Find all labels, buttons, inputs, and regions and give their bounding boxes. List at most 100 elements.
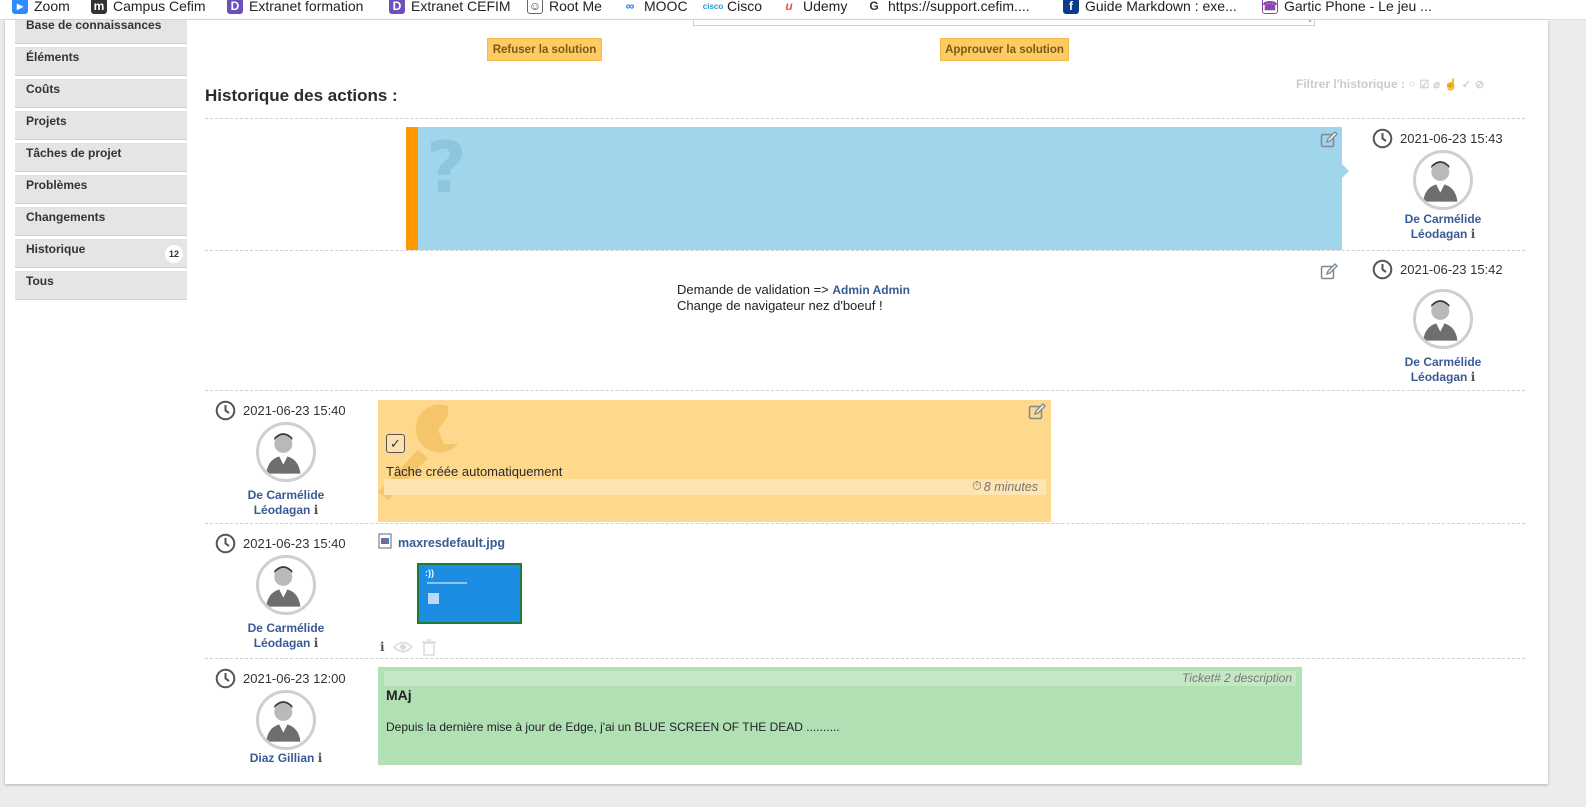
status-bar [406, 127, 418, 250]
bookmark-root-me[interactable]: ☺ Root Me [527, 0, 602, 17]
timeline-separator [205, 523, 1525, 524]
task-text: Tâche créée automatiquement [386, 464, 563, 479]
entry-meta: 2021-06-23 15:40 De Carmélide Léodagan i [215, 533, 363, 651]
edit-icon[interactable] [1320, 131, 1338, 149]
bookmark-guide-markdown[interactable]: f Guide Markdown : exe... [1063, 0, 1237, 17]
filter-validation-icon[interactable]: ☝ [1444, 78, 1458, 91]
stopwatch-icon: ⏱ [972, 479, 982, 493]
author-first-line: De Carmélide [247, 621, 325, 635]
entry-date: 2021-06-23 12:00 [243, 671, 346, 686]
trash-icon[interactable] [421, 638, 437, 656]
thumbnail-qr [428, 593, 439, 604]
sidebar-item-all[interactable]: Tous [15, 271, 187, 300]
timeline-separator [205, 658, 1525, 659]
author-name[interactable]: De Carmélide Léodagan i [215, 488, 357, 518]
sidebar-item-project-tasks[interactable]: Tâches de projet [15, 143, 187, 172]
author-first-line: Diaz Gillian [249, 751, 315, 765]
history-title: Historique des actions : [205, 86, 398, 105]
filter-document-icon[interactable]: ⌀ [1433, 78, 1440, 91]
bookmark-mooc[interactable]: ∞ MOOC [622, 0, 688, 17]
sidebar-item-costs[interactable]: Coûts [15, 79, 187, 108]
timeline-separator [205, 390, 1525, 391]
bookmark-icon: f [1063, 0, 1079, 14]
info-icon[interactable]: i [1471, 370, 1476, 384]
resize-grip-icon[interactable]: ⁄⁄⁄ [1310, 20, 1312, 24]
avatar [256, 555, 316, 615]
author-name[interactable]: Diaz Gillian i [215, 751, 357, 766]
entry-date: 2021-06-23 15:42 [1400, 262, 1503, 277]
history-count-badge: 12 [165, 245, 183, 263]
sidebar-item-label: Coûts [26, 82, 60, 96]
entry-date: 2021-06-23 15:43 [1400, 131, 1503, 146]
sidebar-item-label: Problèmes [26, 178, 88, 192]
sidebar-item-problems[interactable]: Problèmes [15, 175, 187, 204]
extranet-icon: D [227, 0, 243, 14]
info-icon[interactable]: i [380, 640, 385, 654]
clock-icon [215, 533, 236, 554]
filter-solution-icon[interactable]: ✓ [1462, 78, 1471, 91]
validation-comment: Change de navigateur nez d'boeuf ! [677, 298, 883, 313]
avatar [256, 690, 316, 750]
bookmark-extranet-formation[interactable]: D Extranet formation [227, 0, 363, 17]
ticket-body: Depuis la dernière mise à jour de Edge, … [386, 720, 840, 734]
bookmark-zoom[interactable]: ▸ Zoom [12, 0, 70, 17]
timeline-separator [205, 250, 1525, 251]
entry-meta: 2021-06-23 15:43 De Carmélide Léodagan i [1372, 128, 1520, 243]
validator-name[interactable]: Admin Admin [832, 283, 910, 297]
info-icon[interactable]: i [314, 503, 319, 517]
author-name[interactable]: De Carmélide Léodagan i [215, 621, 357, 651]
filter-comment-icon[interactable]: ○ [1409, 78, 1416, 91]
entry-meta: 2021-06-23 15:42 De Carmélide Léodagan i [1372, 259, 1520, 384]
bookmark-label: Extranet formation [249, 0, 364, 14]
bookmarks-bar: ▸ Zoom m Campus Cefim D Extranet formati… [0, 0, 1586, 20]
bookmark-campus-cefim[interactable]: m Campus Cefim [91, 0, 206, 17]
udemy-icon: u [781, 0, 797, 14]
avatar [256, 422, 316, 482]
solution-textarea[interactable]: ⁄⁄⁄ [693, 20, 1315, 26]
thumbnail-text: :)) [425, 568, 434, 578]
entry-date: 2021-06-23 15:40 [243, 403, 346, 418]
eye-icon[interactable] [392, 640, 413, 654]
extranet-icon: D [389, 0, 405, 14]
sidebar-item-projects[interactable]: Projets [15, 111, 187, 140]
bookmark-label: Extranet CEFIM [411, 0, 511, 14]
info-icon[interactable]: i [314, 636, 319, 650]
avatar [1413, 150, 1473, 210]
bookmark-label: Udemy [803, 0, 848, 14]
bookmark-label: Root Me [549, 0, 602, 14]
sidebar-item-history[interactable]: Historique 12 [15, 239, 187, 268]
entry-date: 2021-06-23 15:40 [243, 536, 346, 551]
solution-item: ? [406, 127, 1342, 250]
info-icon[interactable]: i [1471, 227, 1476, 241]
author-first-line: De Carmélide [1404, 212, 1482, 226]
approve-solution-button[interactable]: Approuver la solution [940, 38, 1069, 61]
edit-icon[interactable] [1320, 263, 1338, 281]
author-name[interactable]: De Carmélide Léodagan i [1372, 355, 1514, 385]
sidebar-item-elements[interactable]: Éléments [15, 47, 187, 76]
bookmark-support-cefim[interactable]: G https://support.cefim.... [866, 0, 1030, 17]
author-first-line: De Carmélide [1404, 355, 1482, 369]
bookmark-gartic-phone[interactable]: ☎ Gartic Phone - Le jeu ... [1262, 0, 1432, 17]
author-second-line: Léodagan [1410, 370, 1468, 384]
gartic-icon: ☎ [1262, 0, 1278, 14]
bookmark-cisco[interactable]: cisco Cisco [703, 0, 762, 17]
document-thumbnail[interactable]: :)) [417, 563, 522, 624]
bookmark-udemy[interactable]: u Udemy [781, 0, 847, 17]
bookmark-extranet-cefim[interactable]: D Extranet CEFIM [389, 0, 511, 17]
sidebar-item-label: Changements [26, 210, 106, 224]
bookmark-label: https://support.cefim.... [888, 0, 1030, 14]
image-file-icon [378, 533, 392, 549]
author-name[interactable]: De Carmélide Léodagan i [1372, 212, 1514, 242]
sidebar-item-knowledge-base[interactable]: Base de connaissances [15, 20, 187, 44]
refuse-solution-button[interactable]: Refuser la solution [487, 38, 602, 61]
document-filename-link[interactable]: maxresdefault.jpg [398, 536, 505, 550]
edit-icon[interactable] [1028, 403, 1046, 421]
filter-log-icon[interactable]: ⊘ [1475, 78, 1484, 91]
sidebar-item-changes[interactable]: Changements [15, 207, 187, 236]
bookmark-label: MOOC [644, 0, 688, 14]
mooc-icon: ∞ [622, 0, 638, 14]
sidebar-item-label: Historique [26, 242, 86, 256]
avatar [1413, 289, 1473, 349]
filter-task-icon[interactable]: ☑ [1420, 78, 1430, 91]
info-icon[interactable]: i [318, 751, 323, 765]
